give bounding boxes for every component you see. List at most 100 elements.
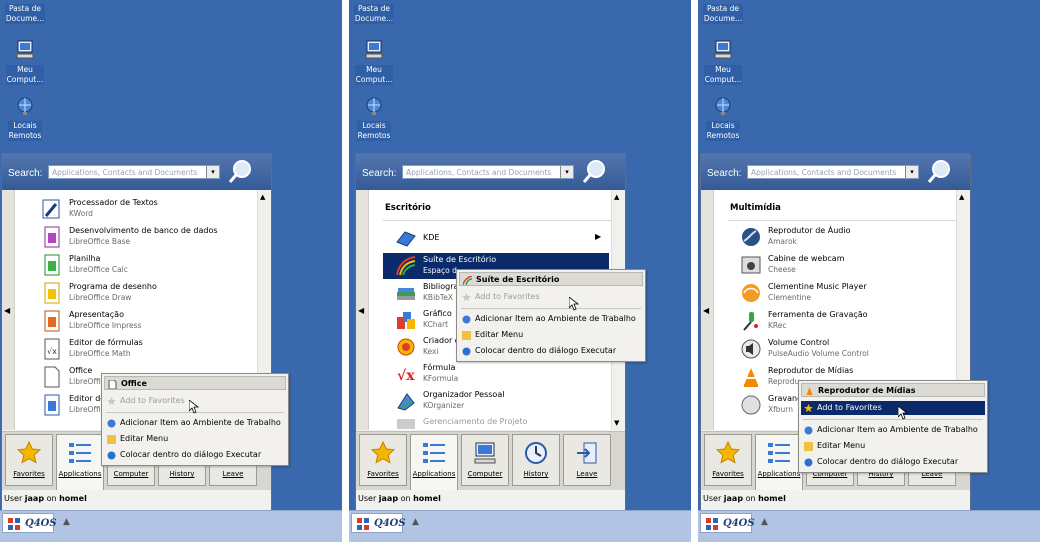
back-strip[interactable]: ◀ <box>701 190 714 430</box>
list-item[interactable]: Processador de Textos KWord <box>41 196 257 222</box>
desktop-icon-computer[interactable]: Meu Comput... <box>351 40 397 85</box>
run-dialog-item[interactable]: Colocar dentro do diálogo Executar <box>801 455 985 469</box>
list-item[interactable]: KDE ▶ <box>395 226 611 252</box>
edit-menu-item[interactable]: Editar Menu <box>104 432 286 446</box>
back-arrow-icon[interactable]: ◀ <box>703 306 709 315</box>
tab-label: Leave <box>222 470 244 478</box>
list-item[interactable]: Cabine de webcam Cheese <box>740 252 956 278</box>
list-item[interactable]: Apresentação LibreOffice Impress <box>41 308 257 334</box>
tab-applications[interactable]: Applications <box>56 434 104 490</box>
tab-computer[interactable]: Computer <box>461 434 509 486</box>
list-item[interactable]: √x Fórmula KFormula <box>395 361 611 387</box>
desktop-icon-remote[interactable]: Locais Remotos <box>2 96 48 141</box>
clementine-icon <box>742 284 760 302</box>
start-button[interactable]: Q4OS <box>351 513 406 533</box>
chevron-up-icon[interactable]: ▲ <box>761 517 768 527</box>
item-sub: LibreOffice Math <box>69 349 131 358</box>
add-to-desktop-item[interactable]: Adicionar Item ao Ambiente de Trabalho <box>104 416 286 430</box>
list-item[interactable]: Programa de desenho LibreOffice Draw <box>41 280 257 306</box>
desktop-add-icon <box>462 315 471 324</box>
chevron-down-icon[interactable]: ▾ <box>905 166 918 178</box>
list-item[interactable]: Organizador Pessoal KOrganizer <box>395 388 611 414</box>
back-arrow-icon[interactable]: ◀ <box>358 306 364 315</box>
chart-icon <box>397 312 415 329</box>
tab-favorites[interactable]: Favorites <box>5 434 53 486</box>
desktop-icon-remote[interactable]: Locais Remotos <box>351 96 397 141</box>
leave-icon <box>577 442 597 464</box>
add-to-favorites-item[interactable]: Add to Favorites <box>801 401 985 415</box>
edit-menu-icon <box>462 331 471 340</box>
context-menu-title: Suíte de Escritório <box>459 272 643 286</box>
list-item[interactable]: Gerenciamento de Projeto <box>395 415 611 430</box>
add-to-desktop-item[interactable]: Adicionar Item ao Ambiente de Trabalho <box>801 423 985 437</box>
menu-separator <box>461 308 641 309</box>
edit-menu-item[interactable]: Editar Menu <box>459 328 643 342</box>
svg-text:√x: √x <box>47 347 57 356</box>
list-item[interactable]: Desenvolvimento de banco de dados LibreOf… <box>41 224 257 250</box>
user-prefix: User <box>4 494 23 503</box>
project-icon <box>397 419 415 429</box>
tab-label: Leave <box>576 470 598 478</box>
add-to-favorites-item[interactable]: Add to Favorites <box>459 290 643 304</box>
host-name: homel <box>59 494 87 503</box>
item-sub: LibreOffice Calc <box>69 265 128 274</box>
scroll-down-icon[interactable]: ▼ <box>614 419 619 427</box>
list-item[interactable]: Ferramenta de Gravação KRec <box>740 308 956 334</box>
context-menu: Suíte de Escritório Add to Favorites Adi… <box>456 269 646 362</box>
chevron-down-icon[interactable]: ▾ <box>206 166 219 178</box>
list-item[interactable]: Volume Control PulseAudio Volume Control <box>740 336 956 362</box>
desktop-icon-documents[interactable]: Pasta de Docume... <box>700 4 746 24</box>
user-info: User jaap on homel <box>358 494 441 503</box>
edit-menu-item[interactable]: Editar Menu <box>801 439 985 453</box>
tab-favorites[interactable]: Favorites <box>359 434 407 486</box>
chevron-down-icon[interactable]: ▾ <box>560 166 573 178</box>
desktop-icon-remote[interactable]: Locais Remotos <box>700 96 746 141</box>
libreoffice-calc-icon <box>44 254 60 276</box>
star-icon <box>804 404 813 413</box>
desktop-icon-label: Pasta de <box>706 4 739 13</box>
list-item[interactable]: Reprodutor de Áudio Amarok <box>740 224 956 250</box>
back-arrow-icon[interactable]: ◀ <box>4 306 10 315</box>
search-input[interactable]: Applications, Contacts and Documents ▾ <box>402 165 574 179</box>
formula-icon: √x <box>397 368 415 384</box>
chevron-up-icon[interactable]: ▲ <box>412 517 419 527</box>
tab-applications[interactable]: Applications <box>410 434 458 490</box>
list-item[interactable]: Clementine Music Player Clementine <box>740 280 956 306</box>
tab-applications[interactable]: Applications <box>755 434 803 490</box>
desktop-icon-documents[interactable]: Pasta de Docume... <box>2 4 48 24</box>
back-strip[interactable]: ◀ <box>356 190 369 430</box>
tab-leave[interactable]: Leave <box>563 434 611 486</box>
tab-favorites[interactable]: Favorites <box>704 434 752 486</box>
start-button[interactable]: Q4OS <box>2 513 57 533</box>
search-input[interactable]: Applications, Contacts and Documents ▾ <box>48 165 220 179</box>
list-item[interactable]: √x Editor de fórmulas LibreOffice Math <box>41 336 257 362</box>
back-strip[interactable]: ◀ <box>2 190 15 430</box>
run-dialog-item[interactable]: Colocar dentro do diálogo Executar <box>104 448 286 462</box>
search-placeholder: Applications, Contacts and Documents <box>52 168 198 177</box>
add-to-desktop-item[interactable]: Adicionar Item ao Ambiente de Trabalho <box>459 312 643 326</box>
tab-label: History <box>523 470 549 478</box>
scroll-up-icon[interactable]: ▲ <box>614 193 619 201</box>
list-item[interactable]: Planilha LibreOffice Calc <box>41 252 257 278</box>
item-sub: Espaço d <box>423 266 457 275</box>
screenshot-panel-1: Pasta de Docume... Meu Comput... Locais Rem… <box>0 0 342 542</box>
tab-history[interactable]: History <box>512 434 560 486</box>
applications-list-icon <box>69 443 91 463</box>
scroll-up-icon[interactable]: ▲ <box>959 193 964 201</box>
run-dialog-item[interactable]: Colocar dentro do diálogo Executar <box>459 344 643 358</box>
mouse-cursor-icon <box>189 400 199 414</box>
user-mid: on <box>46 494 57 503</box>
desktop-icon-label: Locais <box>362 121 386 130</box>
q4os-logo-icon <box>8 518 20 530</box>
mouse-cursor-icon <box>898 406 908 420</box>
search-input[interactable]: Applications, Contacts and Documents ▾ <box>747 165 919 179</box>
taskbar: Q4OS ▲ <box>0 510 342 542</box>
scroll-up-icon[interactable]: ▲ <box>260 193 265 201</box>
chevron-up-icon[interactable]: ▲ <box>63 517 70 527</box>
desktop-icon-computer[interactable]: Meu Comput... <box>700 40 746 85</box>
desktop-icon-computer[interactable]: Meu Comput... <box>2 40 48 85</box>
start-button[interactable]: Q4OS <box>700 513 755 533</box>
amarok-icon <box>742 228 760 246</box>
computer-icon <box>714 40 732 59</box>
desktop-icon-documents[interactable]: Pasta de Docume... <box>351 4 397 24</box>
